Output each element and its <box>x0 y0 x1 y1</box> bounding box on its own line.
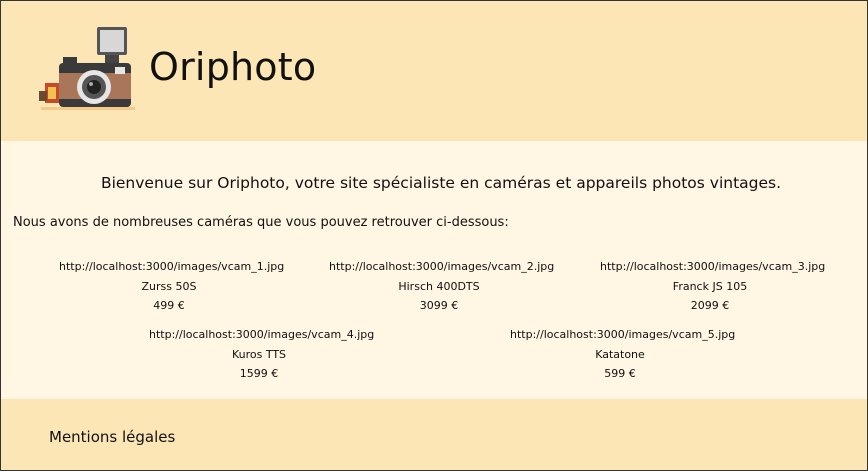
product-name: Franck JS 105 <box>672 279 748 293</box>
product-image-placeholder: http://localhost:3000/images/vcam_1.jpg <box>59 260 285 273</box>
product-price: 599 € <box>604 367 636 380</box>
product-price: 3099 € <box>419 299 459 312</box>
vintage-camera-icon <box>39 27 135 110</box>
product-price: 1599 € <box>239 367 279 380</box>
site-header: Oriphoto <box>1 1 867 141</box>
product-card[interactable]: http://localhost:3000/images/vcam_1.jpg … <box>59 257 285 316</box>
product-price: 499 € <box>153 299 185 312</box>
product-name: Zurss 50S <box>141 279 197 293</box>
product-name: Kuros TTS <box>231 347 287 361</box>
product-name: Katatone <box>595 347 645 361</box>
site-footer: Mentions légales <box>1 399 867 470</box>
product-image-placeholder: http://localhost:3000/images/vcam_3.jpg <box>600 260 826 273</box>
product-image-placeholder: http://localhost:3000/images/vcam_2.jpg <box>329 260 555 273</box>
product-card[interactable]: http://localhost:3000/images/vcam_3.jpg … <box>600 257 826 316</box>
product-card[interactable]: http://localhost:3000/images/vcam_2.jpg … <box>329 257 555 316</box>
product-card[interactable]: http://localhost:3000/images/vcam_4.jpg … <box>149 325 375 384</box>
intro-text: Nous avons de nombreuses caméras que vou… <box>13 215 509 230</box>
product-price: 2099 € <box>690 299 730 312</box>
main-content: Bienvenue sur Oriphoto, votre site spéci… <box>1 141 867 399</box>
welcome-text: Bienvenue sur Oriphoto, votre site spéci… <box>100 174 782 192</box>
product-card[interactable]: http://localhost:3000/images/vcam_5.jpg … <box>510 325 736 384</box>
product-image-placeholder: http://localhost:3000/images/vcam_4.jpg <box>149 328 375 341</box>
product-name: Hirsch 400DTS <box>398 279 480 293</box>
brand-title: Oriphoto <box>149 45 317 89</box>
page: Oriphoto Bienvenue sur Oriphoto, votre s… <box>0 0 868 471</box>
legal-notice-link[interactable]: Mentions légales <box>49 428 175 446</box>
product-image-placeholder: http://localhost:3000/images/vcam_5.jpg <box>510 328 736 341</box>
